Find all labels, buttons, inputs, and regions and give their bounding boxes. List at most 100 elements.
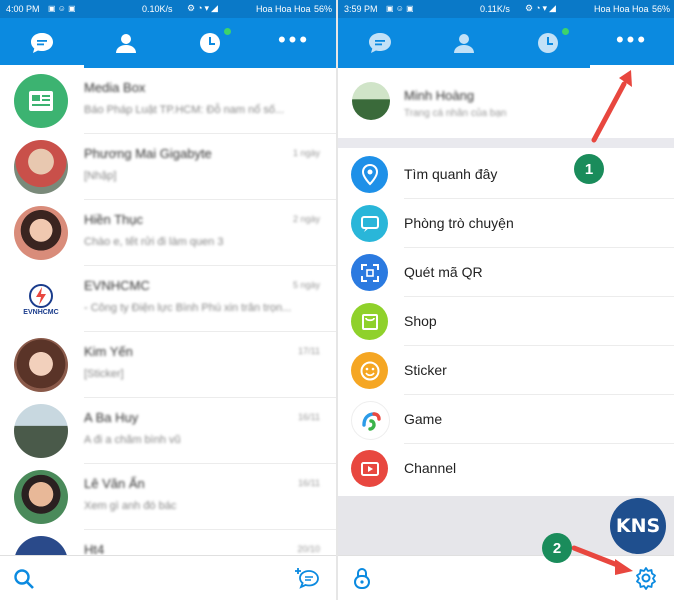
chat-name: Media Box	[84, 80, 146, 95]
chat-name: Kim Yến	[84, 344, 133, 359]
chat-time: 1 ngày	[292, 148, 320, 158]
menu-label: Shop	[404, 313, 437, 329]
new-chat-icon[interactable]	[295, 566, 323, 590]
menu-item-sticker[interactable]: Sticker	[338, 346, 674, 395]
tab-more[interactable]: •••	[252, 18, 336, 68]
list-item[interactable]: Kim Yến [Sticker] 17/11	[0, 332, 336, 398]
chat-time: 20/10	[297, 544, 320, 554]
avatar	[14, 470, 68, 524]
qr-scan-icon	[351, 254, 388, 291]
list-item[interactable]: Media Box Báo Pháp Luật TP.HCM: Đỗ nam n…	[0, 68, 336, 134]
top-tab-bar: •••	[0, 18, 336, 68]
list-item[interactable]: EVNHCMC EVNHCMC - Công ty Điện lực Bình …	[0, 266, 336, 332]
channel-icon	[351, 450, 388, 487]
bottom-bar	[338, 555, 674, 600]
contacts-icon	[116, 34, 136, 53]
network-speed: 0.10K/s	[142, 4, 173, 14]
profile-subtitle: Trang cá nhân của bạn	[404, 108, 507, 119]
tab-contacts[interactable]	[84, 18, 168, 68]
lock-icon[interactable]	[352, 566, 372, 590]
profile-row[interactable]: Minh Hoàng Trang cá nhân của bạn	[338, 68, 674, 138]
menu-item-shop[interactable]: Shop	[338, 297, 674, 346]
menu-item-channel[interactable]: Channel	[338, 444, 674, 493]
timeline-clock-icon	[538, 33, 558, 53]
chat-preview: [Nhập]	[84, 170, 117, 182]
chat-room-icon	[351, 205, 388, 242]
kns-watermark-logo: KNS	[610, 498, 666, 554]
evn-logo-text: EVNHCMC	[23, 308, 59, 316]
callout-badge: 2	[542, 533, 572, 563]
notification-icons: ▣ ☺ ▣	[386, 4, 414, 13]
chat-preview: Chào e, tết rửi đi làm quen 3	[84, 236, 224, 248]
chat-preview: - Công ty Điện lực Bình Phú xin trân trọ…	[84, 302, 292, 314]
tab-contacts[interactable]	[422, 18, 506, 68]
avatar	[14, 338, 68, 392]
notification-dot	[224, 28, 231, 35]
status-bar: 4:00 PM ▣ ☺ ▣ 0.10K/s ⚙◔▾◢ Hoa Hoa Hoa 5…	[0, 0, 336, 18]
chat-bubble-icon	[369, 33, 391, 53]
game-icon	[351, 401, 390, 440]
profile-name: Minh Hoàng	[404, 88, 475, 103]
chat-time: 16/11	[298, 478, 320, 488]
search-icon[interactable]	[13, 568, 35, 590]
avatar: EVNHCMC	[14, 272, 68, 326]
tab-timeline[interactable]	[506, 18, 590, 68]
chat-preview: [Sticker]	[84, 368, 124, 380]
menu-item-chat-room[interactable]: Phòng trò chuyện	[338, 199, 674, 248]
avatar	[352, 82, 390, 120]
chat-name: Lê Văn Ẩn	[84, 476, 145, 491]
timeline-clock-icon	[200, 33, 220, 53]
chat-time: 16/11	[298, 412, 320, 422]
more-dots-icon: •••	[277, 27, 311, 52]
chat-bubble-icon	[31, 33, 53, 53]
chat-name: A Ba Huy	[84, 410, 139, 425]
list-item[interactable]: Lê Văn Ẩn Xem gì anh đó bác 16/11	[0, 464, 336, 530]
tab-timeline[interactable]	[168, 18, 252, 68]
list-item[interactable]: Phương Mai Gigabyte [Nhập] 1 ngày	[0, 134, 336, 200]
status-time: 4:00 PM	[6, 4, 40, 14]
carrier-name: Hoa Hoa Hoa	[594, 4, 649, 14]
menu-label: Phòng trò chuyện	[404, 215, 514, 231]
menu-item-game[interactable]: Game	[338, 395, 674, 444]
status-icons: ⚙◔▾◢	[187, 3, 220, 13]
avatar	[14, 74, 68, 128]
status-time: 3:59 PM	[344, 4, 378, 14]
menu-item-nearby[interactable]: Tìm quanh đây	[338, 150, 674, 199]
shop-icon	[351, 303, 388, 340]
menu-label: Channel	[404, 460, 457, 476]
sticker-icon	[351, 352, 388, 389]
chat-time: 17/11	[298, 346, 320, 356]
chat-preview: Báo Pháp Luật TP.HCM: Đỗ nam nổ số...	[84, 104, 285, 116]
menu-label: Game	[404, 411, 443, 427]
chat-preview: A đi a chăm bình vũ	[84, 434, 181, 446]
network-speed: 0.11K/s	[480, 4, 510, 14]
menu-label: Quét mã QR	[404, 264, 483, 280]
chat-name: Hiền Thục	[84, 212, 144, 227]
status-icons: ⚙◔▾◢	[525, 3, 558, 13]
chat-name: EVNHCMC	[84, 278, 150, 293]
newspaper-icon	[29, 91, 53, 111]
tab-more[interactable]: •••	[590, 18, 674, 68]
settings-gear-icon[interactable]	[634, 566, 658, 590]
notification-dot	[562, 28, 569, 35]
battery-level: 56%	[651, 4, 670, 14]
more-dots-icon: •••	[615, 27, 649, 52]
location-pin-icon	[351, 156, 388, 193]
evn-logo-icon	[29, 283, 53, 308]
chat-preview: Xem gì anh đó bác	[84, 500, 177, 512]
top-tab-bar: •••	[338, 18, 674, 68]
avatar	[14, 206, 68, 260]
list-item[interactable]: Hiền Thục Chào e, tết rửi đi làm quen 3 …	[0, 200, 336, 266]
chat-time: 2 ngày	[292, 214, 320, 224]
chat-name: Phương Mai Gigabyte	[84, 146, 212, 161]
avatar	[14, 404, 68, 458]
notification-icons: ▣ ☺ ▣	[48, 4, 76, 13]
menu-item-qr-scan[interactable]: Quét mã QR	[338, 248, 674, 297]
more-menu-screen: 3:59 PM ▣ ☺ ▣ 0.11K/s ⚙◔▾◢ Hoa Hoa Hoa 5…	[338, 0, 674, 600]
status-bar: 3:59 PM ▣ ☺ ▣ 0.11K/s ⚙◔▾◢ Hoa Hoa Hoa 5…	[338, 0, 674, 18]
callout-badge: 1	[574, 154, 604, 184]
tab-messages[interactable]	[0, 18, 84, 68]
list-item[interactable]: A Ba Huy A đi a chăm bình vũ 16/11	[0, 398, 336, 464]
section-gap	[338, 138, 674, 148]
tab-messages[interactable]	[338, 18, 422, 68]
